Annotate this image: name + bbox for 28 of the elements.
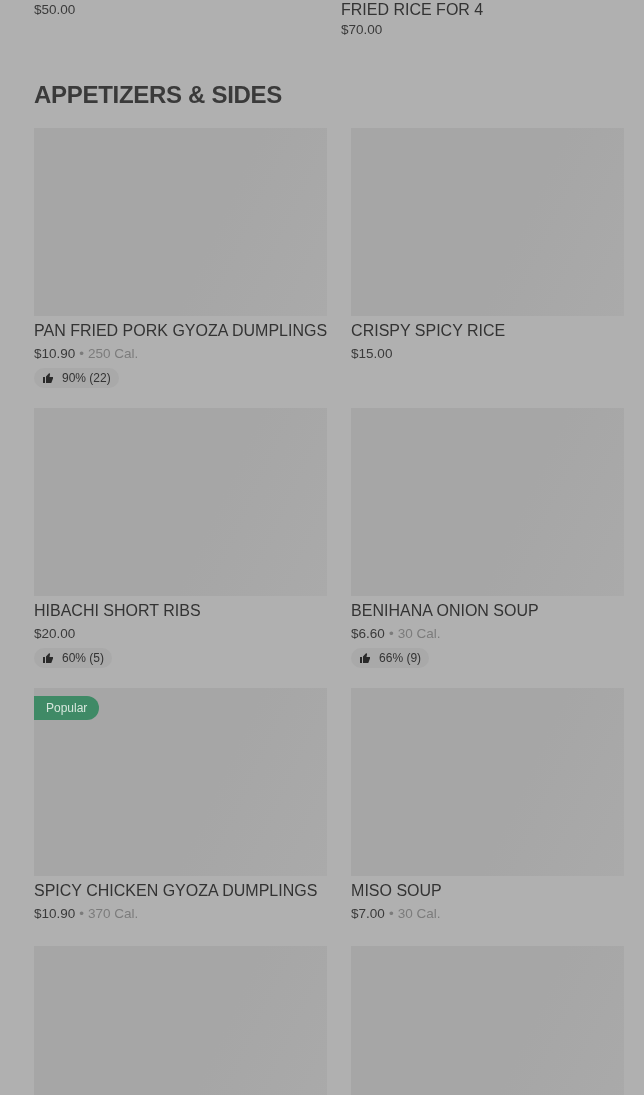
separator-dot: • bbox=[388, 905, 394, 923]
item-name[interactable]: FRIED RICE FOR 4 bbox=[341, 0, 624, 20]
item-name[interactable]: SPICY CHICKEN GYOZA DUMPLINGS bbox=[34, 881, 328, 901]
rating-badge: 66% (9) bbox=[351, 648, 430, 668]
item-name[interactable]: PAN FRIED PORK GYOZA DUMPLINGS bbox=[34, 321, 328, 341]
separator-dot: • bbox=[79, 345, 85, 363]
item-name[interactable]: HIBACHI SHORT RIBS bbox=[34, 601, 328, 621]
popular-tag: Popular bbox=[34, 696, 100, 720]
item-price: $70.00 bbox=[341, 21, 383, 39]
item-price: $50.00 bbox=[34, 1, 76, 19]
thumbs-up-icon bbox=[42, 372, 54, 384]
thumbs-up-icon bbox=[359, 652, 372, 664]
rating-badge: 90% (22) bbox=[34, 368, 119, 388]
section-heading: APPETIZERS & SIDES bbox=[34, 80, 283, 110]
item-name[interactable]: BENIHANA ONION SOUP bbox=[351, 601, 624, 621]
thumbs-up-icon bbox=[42, 652, 54, 664]
rating-badge: 60% (5) bbox=[34, 648, 113, 668]
item-price: $7.00 bbox=[351, 905, 385, 923]
separator-dot: • bbox=[388, 625, 394, 643]
item-name[interactable]: MISO SOUP bbox=[351, 881, 624, 901]
item-price: $10.90 bbox=[34, 905, 76, 923]
image-placeholder[interactable]: Popular bbox=[34, 688, 328, 876]
item-price: $15.00 bbox=[351, 345, 393, 363]
item-name[interactable]: CRISPY SPICY RICE bbox=[351, 321, 624, 341]
separator-dot: • bbox=[79, 905, 85, 923]
item-price: $6.60 bbox=[351, 625, 385, 643]
item-price: $20.00 bbox=[34, 625, 76, 643]
item-price: $10.90 bbox=[34, 345, 76, 363]
